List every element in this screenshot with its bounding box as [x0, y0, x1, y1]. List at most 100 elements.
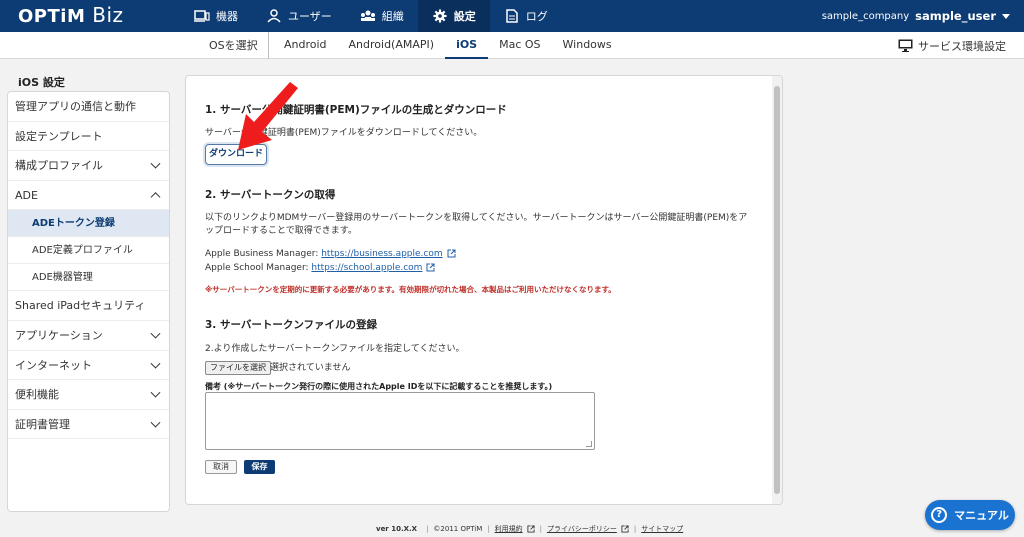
chevron-down-icon — [150, 358, 161, 369]
organization-icon — [360, 10, 375, 21]
section2-title: 2. サーバートークンの取得 — [205, 189, 336, 201]
logo-sub: Biz — [92, 3, 124, 27]
scrollbar-thumb[interactable] — [774, 86, 780, 494]
sidebar-item-label: インターネット — [15, 358, 92, 372]
asm-link[interactable]: https://school.apple.com — [311, 263, 422, 273]
nav-users[interactable]: ユーザー — [252, 0, 346, 32]
sidebar-item-label: ADE定義プロファイル — [32, 245, 133, 257]
note-textarea[interactable] — [205, 392, 595, 450]
external-link-icon — [527, 525, 535, 533]
service-env-settings-link[interactable]: サービス環境設定 — [898, 32, 1006, 59]
sidebar-item-label: 管理アプリの通信と動作 — [15, 100, 136, 113]
asm-row: Apple School Manager: https://school.app… — [205, 262, 435, 275]
external-link-icon — [447, 249, 456, 258]
sidebar-item-ade-profile[interactable]: ADE定義プロファイル — [8, 237, 169, 265]
tab-ios[interactable]: iOS — [445, 32, 489, 59]
footer-separator: | — [539, 525, 542, 533]
red-arrow-annotation-icon — [238, 82, 298, 150]
sidebar-item-label: ADE機器管理 — [32, 272, 93, 284]
sidebar-item-ade-token[interactable]: ADEトークン登録 — [8, 210, 169, 238]
tab-android-amapi[interactable]: Android(AMAPI) — [338, 32, 446, 59]
logo-main: OPTiM — [18, 6, 86, 27]
section3-text: 2.より作成したサーバートークンファイルを指定してください。 — [205, 344, 465, 354]
sitemap-link[interactable]: サイトマップ — [641, 524, 683, 534]
sidebar-item-label: 証明書管理 — [15, 417, 70, 431]
section2-text: 以下のリンクよりMDMサーバー登録用のサーバートークンを取得してください。サーバ… — [205, 213, 748, 236]
device-icon — [194, 10, 210, 22]
terms-link[interactable]: 利用規約 — [495, 524, 523, 534]
note-label: 備考 (※サーバートークン発行の際に使用されたApple IDを以下に記載するこ… — [205, 382, 553, 391]
privacy-link[interactable]: プライバシーポリシー — [547, 524, 617, 534]
sidebar-item-label: アプリケーション — [15, 328, 103, 342]
tab-android[interactable]: Android — [273, 32, 338, 59]
sidebar-title: iOS 設定 — [18, 76, 65, 89]
os-select-label: OSを選択 — [209, 32, 269, 59]
sidebar-item-label: 便利機能 — [15, 388, 59, 402]
os-tabs: Android Android(AMAPI) iOS Mac OS Window… — [273, 32, 623, 59]
account-menu[interactable]: sample_company sample_user — [822, 0, 1010, 32]
company-name: sample_company — [821, 10, 910, 22]
abm-row: Apple Business Manager: https://business… — [205, 248, 456, 261]
sidebar-item-certificates[interactable]: 証明書管理 — [8, 410, 169, 440]
chevron-down-icon — [150, 417, 161, 428]
main-nav: 機器 ユーザー 組織 設定 ログ — [180, 0, 562, 32]
footer: ver 10.X.X | ©2011 OPTiM | 利用規約 | プライバシー… — [376, 524, 683, 534]
manual-button[interactable]: ? マニュアル — [925, 500, 1015, 530]
sidebar-item-internet[interactable]: インターネット — [8, 351, 169, 381]
asm-label: Apple School Manager: — [205, 263, 312, 273]
logo[interactable]: OPTiM Biz — [18, 3, 124, 27]
user-icon — [267, 9, 281, 23]
file-status: 選択されていません — [270, 363, 351, 373]
manual-label: マニュアル — [954, 509, 1009, 522]
chevron-down-icon — [150, 159, 161, 170]
footer-separator: | — [487, 525, 490, 533]
chevron-down-icon — [150, 388, 161, 399]
version-text: ver 10.X.X — [376, 525, 418, 533]
scrollbar[interactable] — [772, 76, 782, 504]
sidebar-item-applications[interactable]: アプリケーション — [8, 321, 169, 351]
sidebar-item-label: 設定テンプレート — [15, 129, 103, 143]
nav-devices[interactable]: 機器 — [180, 0, 252, 32]
choose-file-button[interactable]: ファイルを選択 — [205, 361, 271, 375]
copyright-text: ©2011 OPTiM — [433, 525, 483, 533]
sidebar-item-config-profile[interactable]: 構成プロファイル — [8, 151, 169, 181]
service-env-label: サービス環境設定 — [918, 39, 1006, 53]
external-link-icon — [621, 525, 629, 533]
abm-label: Apple Business Manager: — [205, 249, 322, 259]
footer-separator: | — [633, 525, 637, 533]
sidebar-item-ade-devices[interactable]: ADE機器管理 — [8, 264, 169, 292]
sidebar-item-settings-template[interactable]: 設定テンプレート — [8, 122, 169, 152]
nav-organization-label: 組織 — [381, 10, 404, 23]
top-header: OPTiM Biz 機器 ユーザー 組織 設定 ログ sample_compan… — [0, 0, 1024, 32]
tab-macos[interactable]: Mac OS — [488, 32, 551, 59]
nav-settings[interactable]: 設定 — [417, 0, 490, 32]
section3-title: 3. サーバートークンファイルの登録 — [205, 319, 378, 331]
sidebar-item-label: 構成プロファイル — [15, 159, 103, 173]
sidebar-item-label: Shared iPadセキュリティ — [15, 299, 146, 313]
sidebar-item-label: ADE — [15, 188, 38, 202]
user-name: sample_user — [915, 9, 996, 23]
sidebar-item-ade[interactable]: ADE — [8, 181, 169, 211]
sidebar-item-app-communication[interactable]: 管理アプリの通信と動作 — [8, 92, 169, 122]
help-icon: ? — [931, 507, 948, 523]
gear-icon — [433, 9, 447, 23]
abm-link[interactable]: https://business.apple.com — [321, 249, 442, 259]
cancel-button[interactable]: 取消 — [205, 460, 237, 474]
nav-log[interactable]: ログ — [490, 0, 562, 32]
nav-log-label: ログ — [525, 10, 548, 23]
chevron-up-icon — [150, 192, 161, 203]
sidebar-item-label: ADEトークン登録 — [32, 218, 115, 230]
tab-windows[interactable]: Windows — [552, 32, 623, 59]
footer-separator: | — [426, 525, 429, 533]
monitor-icon — [898, 39, 913, 52]
save-button[interactable]: 保存 — [244, 460, 275, 474]
token-warning: ※サーバートークンを定期的に更新する必要があります。有効期限が切れた場合、本製品… — [205, 285, 616, 294]
sidebar-item-utilities[interactable]: 便利機能 — [8, 380, 169, 410]
os-subnav: OSを選択 Android Android(AMAPI) iOS Mac OS … — [0, 32, 1024, 59]
nav-settings-label: 設定 — [453, 10, 476, 23]
nav-organization[interactable]: 組織 — [346, 0, 418, 32]
sidebar-item-shared-ipad[interactable]: Shared iPadセキュリティ — [8, 291, 169, 321]
chevron-down-icon — [1002, 13, 1010, 19]
nav-users-label: ユーザー — [288, 10, 332, 23]
chevron-down-icon — [150, 328, 161, 339]
